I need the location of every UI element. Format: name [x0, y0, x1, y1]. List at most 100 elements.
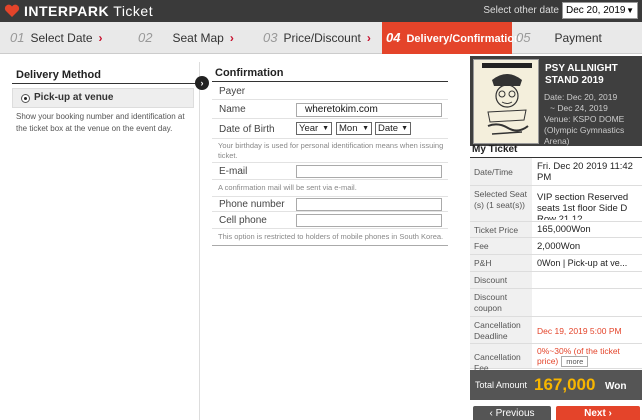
- delivery-method-title: Delivery Method: [16, 69, 101, 81]
- ticket-row-cancel-deadline: Cancellation Deadline Dec 19, 2019 5:00 …: [470, 317, 642, 344]
- date-dropdown[interactable]: Dec 20, 2019 ▼: [562, 2, 638, 19]
- booking-page: INTERPARK Ticket Select other date Dec 2…: [0, 0, 642, 420]
- arrow-right-icon: ›: [195, 76, 209, 90]
- event-date-end: ~ Dec 24, 2019: [550, 103, 608, 113]
- brand-logo[interactable]: INTERPARK Ticket: [24, 3, 153, 19]
- dob-row: Date of Birth Year ▼ Mon ▼ Date ▼: [212, 119, 448, 139]
- ticket-label: Discount coupon: [470, 289, 532, 316]
- chevron-down-icon: ▼: [322, 125, 329, 132]
- cell-row: Cell phone: [212, 212, 448, 229]
- email-input[interactable]: [296, 165, 442, 178]
- event-title: PSY ALLNIGHT STAND 2019: [545, 63, 618, 86]
- divider: [12, 83, 196, 84]
- divider: [212, 81, 448, 82]
- step-number: 01: [10, 30, 25, 45]
- ticket-row-ph: P&H 0Won | Pick-up at ve...: [470, 255, 642, 272]
- poster-image-icon: [474, 60, 538, 143]
- ticket-row-discount-coupon: Discount coupon: [470, 289, 642, 317]
- total-amount-label: Total Amount: [475, 380, 528, 390]
- pickup-option-label: Pick-up at venue: [34, 92, 114, 103]
- step-label: Select Date: [30, 31, 93, 45]
- pickup-at-venue-option[interactable]: Pick-up at venue: [12, 88, 194, 108]
- step-number: 05: [516, 30, 531, 45]
- chevron-right-icon: ›: [605, 408, 612, 419]
- ticket-label: Discount: [470, 272, 532, 288]
- ticket-value: 2,000Won: [537, 241, 581, 252]
- ticket-label: P&H: [470, 255, 532, 271]
- brand-suffix: Ticket: [113, 3, 154, 19]
- delivery-description: Show your booking number and identificat…: [16, 112, 185, 133]
- ticket-label: Cancellation Deadline: [470, 317, 532, 343]
- step-label: Delivery/Confirmation: [406, 33, 521, 45]
- event-date-start: Date: Dec 20, 2019: [544, 92, 618, 102]
- total-amount-value: 167,000: [534, 375, 596, 394]
- payer-label: Payer: [219, 86, 246, 97]
- brand-name: INTERPARK: [24, 3, 110, 19]
- cell-input[interactable]: [296, 214, 442, 227]
- step-payment[interactable]: 05 Payment: [514, 22, 640, 54]
- next-label: Next: [584, 408, 606, 419]
- email-row: E-mail: [212, 162, 448, 180]
- heart-logo-icon: [4, 4, 20, 17]
- cell-label: Cell phone: [219, 215, 267, 226]
- ticket-row-discount: Discount: [470, 272, 642, 289]
- ticket-value: 0Won | Pick-up at ve...: [537, 258, 628, 268]
- name-row: Name wheretokim.com: [212, 100, 448, 119]
- ticket-label: Fee: [470, 238, 532, 254]
- step-label: Payment: [554, 31, 602, 45]
- delivery-method-panel: Delivery Method Pick-up at venue Show yo…: [0, 62, 200, 420]
- name-label: Name: [219, 104, 246, 115]
- select-other-date-label: Select other date: [483, 5, 559, 16]
- step-label: Seat Map: [172, 31, 224, 45]
- total-amount-bar: Total Amount 167,000 Won: [470, 370, 642, 400]
- step-number: 04: [386, 30, 401, 45]
- ticket-row-cancel-fee: Cancellation Fee 0%~30% (of the ticket p…: [470, 344, 642, 373]
- year-select[interactable]: Year ▼: [296, 122, 332, 135]
- previous-button[interactable]: ‹ Previous: [473, 406, 551, 420]
- my-ticket-title: My Ticket: [472, 144, 518, 155]
- ticket-row-date-time: Date/Time Fri. Dec 20 2019 11:42 PM: [470, 158, 642, 186]
- date-select-value: Date: [378, 123, 399, 134]
- email-note: A confirmation mail will be sent via e-m…: [218, 183, 357, 192]
- chevron-right-icon: ›: [366, 31, 371, 45]
- more-button[interactable]: more: [561, 356, 589, 367]
- phone-label: Phone number: [219, 199, 285, 210]
- phone-input[interactable]: [296, 198, 442, 211]
- birthday-note: Your birthday is used for personal ident…: [218, 141, 444, 160]
- name-input[interactable]: wheretokim.com: [296, 103, 442, 117]
- previous-label: Previous: [495, 408, 535, 419]
- divider: [212, 245, 448, 246]
- month-select[interactable]: Mon ▼: [336, 122, 372, 135]
- ticket-row-fee: Fee 2,000Won: [470, 238, 642, 255]
- next-button[interactable]: Next ›: [556, 406, 640, 420]
- radio-selected-icon[interactable]: [21, 94, 30, 103]
- step-progress-bar: 01 Select Date › 02 Seat Map › 03 Price/Disco…: [0, 22, 642, 54]
- total-currency: Won: [605, 381, 627, 392]
- step-price-discount[interactable]: 03 Price/Discount ›: [260, 22, 382, 54]
- date-dropdown-value: Dec 20, 2019: [566, 5, 626, 16]
- ticket-value: VIP section Reserved seats 1st floor Sid…: [537, 192, 629, 220]
- ticket-value: Fri. Dec 20 2019 11:42 PM: [537, 161, 633, 183]
- event-venue: Venue: KSPO DOME (Olympic Gymnastics Are…: [544, 114, 625, 146]
- month-select-value: Mon: [339, 123, 358, 134]
- event-poster[interactable]: [473, 59, 539, 144]
- ticket-label: Date/Time: [470, 158, 532, 185]
- chevron-right-icon: ›: [98, 31, 103, 45]
- email-label: E-mail: [219, 166, 248, 177]
- ticket-row-price: Ticket Price 165,000Won: [470, 222, 642, 238]
- step-select-date[interactable]: 01 Select Date ›: [6, 22, 132, 54]
- ticket-label: Selected Seat (s) (1 seat(s)): [470, 186, 532, 221]
- event-details: Date: Dec 20, 2019 ~ Dec 24, 2019 Venue:…: [544, 92, 642, 147]
- ticket-row-selected-seat: Selected Seat (s) (1 seat(s)) VIP sectio…: [470, 186, 642, 222]
- ticket-label: Cancellation Fee: [470, 344, 532, 373]
- ticket-value: 0%~30% (of the ticket price) more: [537, 346, 641, 368]
- date-select[interactable]: Date ▼: [375, 122, 411, 135]
- top-header: INTERPARK Ticket Select other date Dec 2…: [0, 0, 642, 22]
- confirmation-title: Confirmation: [215, 67, 284, 79]
- phone-row: Phone number: [212, 196, 448, 212]
- step-number: 02: [138, 30, 153, 45]
- chevron-down-icon: ▼: [401, 125, 408, 132]
- step-seat-map[interactable]: 02 Seat Map ›: [134, 22, 258, 54]
- phone-note: This option is restricted to holders of …: [218, 232, 444, 241]
- step-delivery-confirmation[interactable]: 04 Delivery/Confirmation ›: [382, 22, 530, 54]
